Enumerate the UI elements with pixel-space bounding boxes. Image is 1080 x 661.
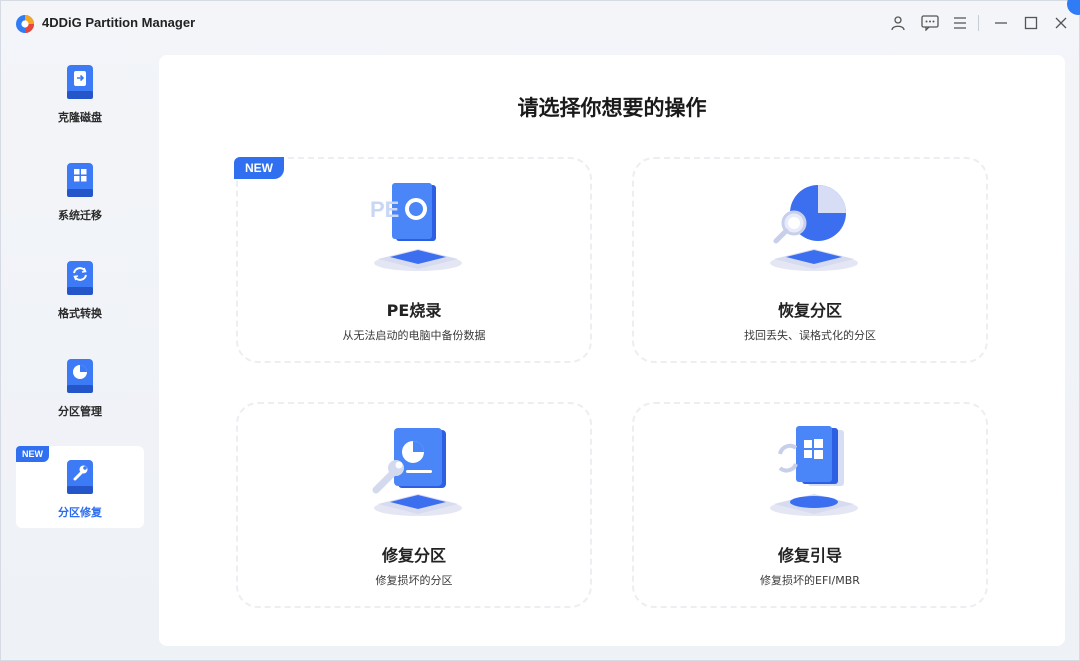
clone-disk-icon <box>67 65 93 99</box>
app-window: 4DDiG Partition Manager 克隆磁盘 系统迁移 格式转换 分… <box>0 0 1080 661</box>
card-description: 修复损坏的分区 <box>375 574 453 587</box>
card-title: PE烧录 <box>386 301 442 320</box>
card-title: 修复分区 <box>381 546 446 565</box>
format-convert-icon <box>67 261 93 295</box>
sidebar-item-system-migrate[interactable]: 系统迁移 <box>16 149 144 231</box>
feedback-icon[interactable] <box>919 12 941 34</box>
svg-text:PE: PE <box>370 197 399 222</box>
card-description: 修复损坏的EFI/MBR <box>760 574 860 587</box>
system-migrate-icon <box>67 163 93 197</box>
app-title: 4DDiG Partition Manager <box>42 15 196 30</box>
card-title: 恢复分区 <box>777 301 842 320</box>
card-description: 找回丢失、误格式化的分区 <box>744 329 876 342</box>
app-logo-icon <box>16 15 34 33</box>
close-icon[interactable] <box>1050 12 1072 34</box>
card-description: 从无法启动的电脑中备份数据 <box>342 329 486 342</box>
page-title: 请选择你想要的操作 <box>517 96 707 120</box>
sidebar-item-label: 分区管理 <box>58 405 102 418</box>
repair-boot-icon <box>770 426 858 516</box>
sidebar-item-partition-manage[interactable]: 分区管理 <box>16 345 144 427</box>
maximize-icon[interactable] <box>1020 12 1042 34</box>
title-bar-divider <box>978 15 979 31</box>
card-repair-boot[interactable]: 修复引导 修复损坏的EFI/MBR <box>632 402 988 608</box>
sidebar-item-clone-disk[interactable]: 克隆磁盘 <box>16 51 144 133</box>
minimize-icon[interactable] <box>990 12 1012 34</box>
user-icon[interactable] <box>887 12 909 34</box>
card-repair-partition[interactable]: 修复分区 修复损坏的分区 <box>236 402 592 608</box>
sidebar-item-format-convert[interactable]: 格式转换 <box>16 247 144 329</box>
partition-manage-icon <box>67 359 93 393</box>
sidebar-item-label: 系统迁移 <box>58 209 102 222</box>
sidebar-item-label: 格式转换 <box>58 307 102 320</box>
new-badge: NEW <box>16 446 49 462</box>
card-pe-burn[interactable]: NEW PE PE烧录 从无法启动的电脑中备份数据 <box>234 157 592 363</box>
card-recover-partition[interactable]: 恢复分区 找回丢失、误格式化的分区 <box>632 157 988 363</box>
sidebar-item-partition-repair[interactable]: NEW 分区修复 <box>16 446 144 528</box>
main-panel: 请选择你想要的操作 NEW PE PE烧录 从无法启动的电脑中备份数据 恢复分区… <box>159 55 1065 646</box>
sidebar-item-label: 分区修复 <box>58 506 102 519</box>
repair-partition-icon <box>372 428 462 516</box>
partition-repair-icon <box>67 460 93 494</box>
recover-partition-icon <box>770 185 858 271</box>
sidebar-item-label: 克隆磁盘 <box>58 111 102 124</box>
pe-burn-icon: PE <box>370 183 462 271</box>
card-title: 修复引导 <box>777 546 842 565</box>
title-bar: 4DDiG Partition Manager <box>1 0 1080 47</box>
new-badge: NEW <box>234 157 284 179</box>
menu-icon[interactable] <box>949 12 971 34</box>
sidebar: 克隆磁盘 系统迁移 格式转换 分区管理 NEW 分区修复 <box>1 51 159 651</box>
